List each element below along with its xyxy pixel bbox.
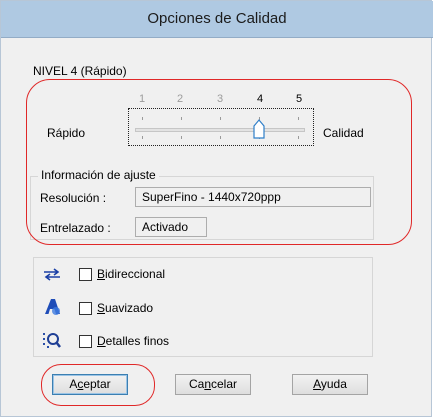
smoothing-icon — [45, 299, 60, 315]
fine-detail-checkbox[interactable] — [79, 335, 92, 348]
bidirectional-label[interactable]: Bidireccional — [97, 267, 165, 281]
level-label: NIVEL 4 (Rápido) — [33, 64, 127, 78]
window-title: Opciones de Calidad — [147, 10, 287, 27]
fine-detail-icon — [43, 333, 61, 348]
help-button[interactable]: Ayuda — [292, 374, 368, 395]
cancel-button[interactable]: Cancelar — [175, 374, 251, 395]
smoothing-checkbox[interactable] — [79, 302, 92, 315]
smoothing-label[interactable]: Suavizado — [97, 301, 153, 315]
bidirectional-icon — [44, 268, 60, 281]
title-bar[interactable]: Opciones de Calidad — [1, 1, 433, 38]
accept-annotation-highlight — [41, 364, 155, 406]
annotation-highlight — [26, 79, 412, 245]
bidirectional-checkbox[interactable] — [79, 268, 92, 281]
fine-detail-label[interactable]: Detalles finos — [97, 334, 169, 348]
